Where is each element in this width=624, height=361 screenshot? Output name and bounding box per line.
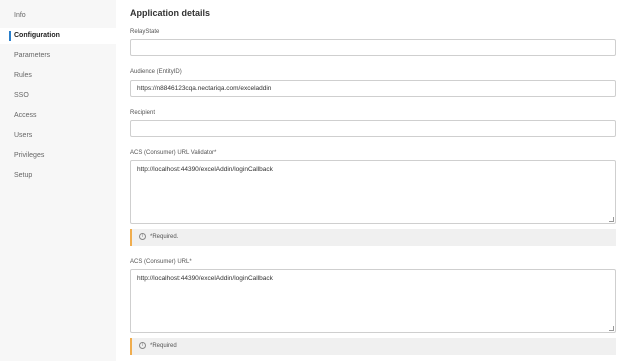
resize-handle-icon[interactable] <box>609 326 614 331</box>
acs-url-required-notice: i *Required <box>130 338 616 355</box>
info-icon: i <box>139 232 146 240</box>
sidebar-item-users[interactable]: Users <box>0 128 116 144</box>
info-icon: i <box>139 341 146 349</box>
acs-url-textarea[interactable]: http://localhost:44390/excelAddin/loginC… <box>130 269 616 333</box>
relaystate-input[interactable] <box>130 39 616 56</box>
main-content: Application details RelayState Audience … <box>116 0 624 361</box>
sidebar-item-setup[interactable]: Setup <box>0 168 116 184</box>
acs-validator-label: ACS (Consumer) URL Validator* <box>130 150 217 156</box>
acs-validator-notice-text: *Required. <box>150 234 179 240</box>
audience-input[interactable]: https://n8846123cqa.nectariqa.com/excela… <box>130 80 616 97</box>
page-title: Application details <box>130 8 211 18</box>
recipient-input[interactable] <box>130 120 616 137</box>
acs-validator-textarea[interactable]: http://localhost:44390/excelAddin/loginC… <box>130 160 616 224</box>
sidebar-item-sso[interactable]: SSO <box>0 88 116 104</box>
recipient-label: Recipient <box>130 110 156 116</box>
acs-validator-value: http://localhost:44390/excelAddin/loginC… <box>137 166 273 173</box>
acs-url-value: http://localhost:44390/excelAddin/loginC… <box>137 275 273 282</box>
sidebar: Info Configuration Parameters Rules SSO … <box>0 0 116 361</box>
sidebar-item-configuration[interactable]: Configuration <box>0 28 116 44</box>
app-root: Info Configuration Parameters Rules SSO … <box>0 0 624 361</box>
audience-label: Audience (EntityID) <box>130 69 182 75</box>
sidebar-item-rules[interactable]: Rules <box>0 68 116 84</box>
acs-url-label: ACS (Consumer) URL* <box>130 259 192 265</box>
acs-url-notice-text: *Required <box>150 343 177 349</box>
sidebar-item-parameters[interactable]: Parameters <box>0 48 116 64</box>
acs-validator-required-notice: i *Required. <box>130 229 616 246</box>
resize-handle-icon[interactable] <box>609 217 614 222</box>
sidebar-item-privileges[interactable]: Privileges <box>0 148 116 164</box>
sidebar-item-access[interactable]: Access <box>0 108 116 124</box>
sidebar-item-info[interactable]: Info <box>0 8 116 24</box>
relaystate-label: RelayState <box>130 29 160 35</box>
